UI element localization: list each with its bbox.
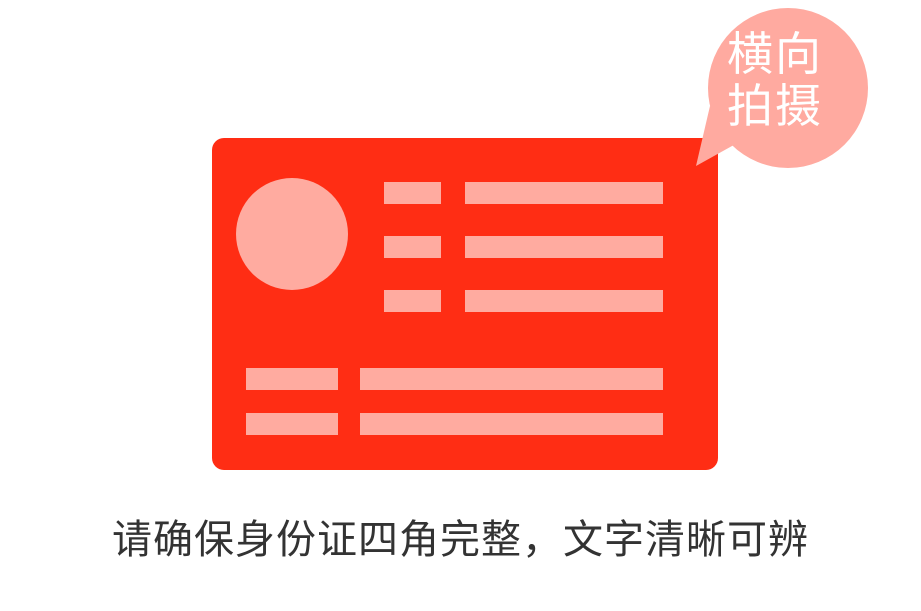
badge-line-2: 拍摄	[727, 79, 823, 133]
field-value-placeholder-3	[465, 290, 663, 312]
field-label-placeholder-2	[384, 236, 441, 258]
instruction-caption: 请确保身份证四角完整，文字清晰可辨	[112, 517, 809, 563]
field-value-placeholder-4	[360, 368, 663, 390]
badge-line-1: 横向	[727, 27, 823, 81]
field-value-placeholder-2	[465, 236, 663, 258]
field-value-placeholder-5	[360, 413, 663, 435]
portrait-placeholder-icon	[236, 178, 348, 290]
field-label-placeholder-4	[246, 368, 338, 390]
field-label-placeholder-1	[384, 182, 441, 204]
id-card-illustration	[212, 138, 718, 470]
field-label-placeholder-3	[384, 290, 441, 312]
field-value-placeholder-1	[465, 182, 663, 204]
orientation-hint-badge: 横向 拍摄	[690, 28, 860, 132]
field-label-placeholder-5	[246, 413, 338, 435]
